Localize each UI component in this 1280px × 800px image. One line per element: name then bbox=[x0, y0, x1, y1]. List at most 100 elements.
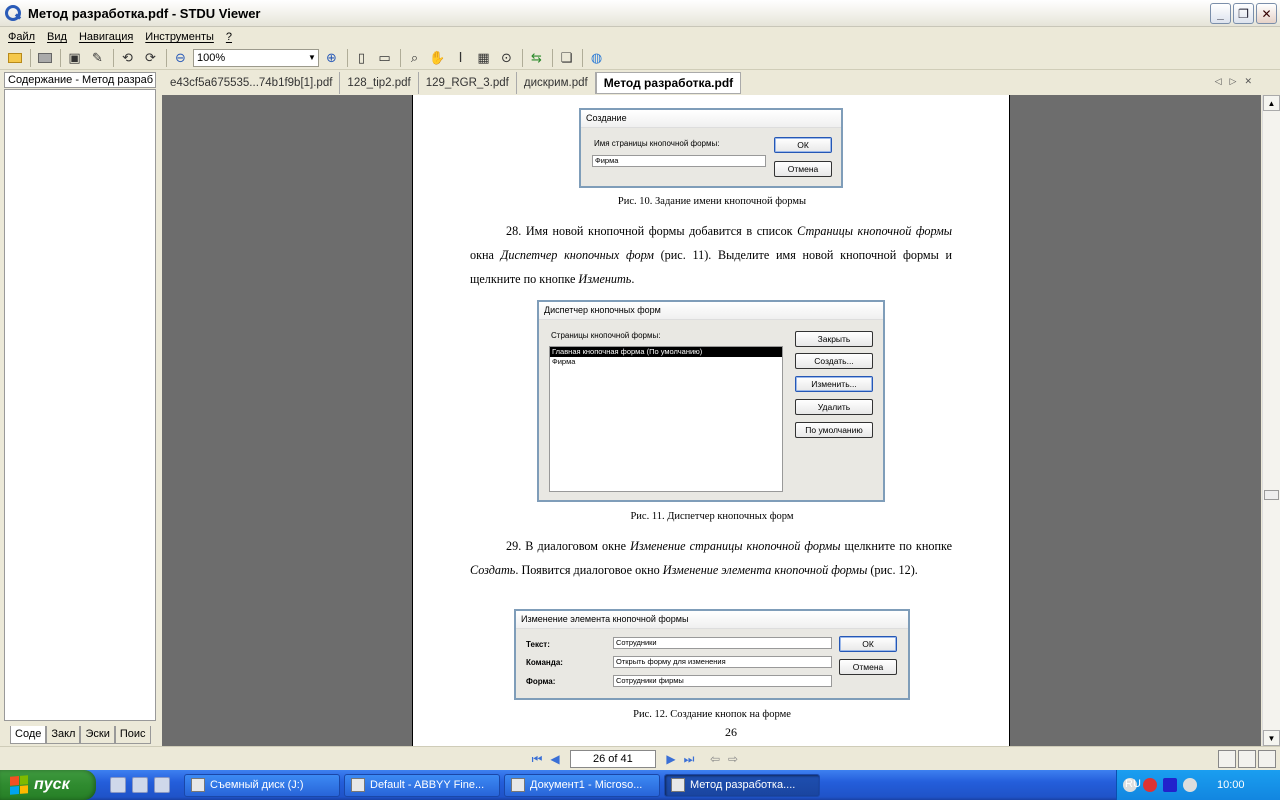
page-number-input[interactable]: 26 of 41 bbox=[570, 750, 656, 768]
properties-button[interactable]: ✎ bbox=[87, 48, 108, 68]
dialog-close-button: Закрыть bbox=[795, 331, 873, 347]
zoom-out-button[interactable]: ⊖ bbox=[170, 48, 191, 68]
dialog-label: Форма: bbox=[526, 677, 556, 686]
drive-icon bbox=[191, 778, 205, 792]
magnifier-icon: ⊙ bbox=[501, 49, 512, 65]
magnifier-button[interactable]: ⊙ bbox=[496, 48, 517, 68]
page-navigation-bar: ⏮ ◀ 26 of 41 ▶ ⏭ ⇦ ⇨ bbox=[0, 746, 1280, 770]
dialog-label: Страницы кнопочной формы: bbox=[551, 331, 661, 340]
tab-bookmarks[interactable]: Закл bbox=[46, 726, 81, 744]
tab-doc-1[interactable]: e43cf5a675535...74b1f9b[1].pdf bbox=[163, 72, 341, 94]
next-page-icon[interactable]: ▶ bbox=[662, 752, 680, 766]
scroll-up-icon[interactable]: ▲ bbox=[1263, 95, 1280, 111]
tray-media-icon[interactable] bbox=[1163, 778, 1177, 792]
task-word[interactable]: Документ1 - Microso... bbox=[504, 773, 660, 797]
menu-help[interactable]: ? bbox=[220, 31, 238, 43]
menu-navigation[interactable]: Навигация bbox=[73, 31, 139, 43]
quicklaunch-mail-icon[interactable] bbox=[132, 777, 148, 793]
fit-width-button[interactable]: ▭ bbox=[374, 48, 395, 68]
rotate-left-icon: ⟲ bbox=[122, 49, 133, 65]
dialog-ok-button: ОК bbox=[839, 636, 897, 652]
menu-file[interactable]: Файл bbox=[2, 31, 41, 43]
minimize-button[interactable]: _ bbox=[1210, 3, 1231, 24]
clock: 10:00 bbox=[1217, 779, 1245, 791]
navigate-button[interactable]: ⇆ bbox=[526, 48, 547, 68]
task-removable-disk[interactable]: Съемный диск (J:) bbox=[184, 773, 340, 797]
globe-icon: ◍ bbox=[590, 49, 603, 65]
pdf-page: Создание Имя страницы кнопочной формы: Ф… bbox=[412, 95, 1010, 746]
dialog-default-button: По умолчанию bbox=[795, 422, 873, 438]
document-viewer[interactable]: Создание Имя страницы кнопочной формы: Ф… bbox=[162, 95, 1261, 746]
dialog-label: Текст: bbox=[526, 640, 550, 649]
tab-doc-2[interactable]: 128_tip2.pdf bbox=[340, 72, 419, 94]
first-page-icon[interactable]: ⏮ bbox=[528, 752, 546, 767]
prev-page-icon[interactable]: ◀ bbox=[546, 752, 564, 766]
word-icon bbox=[511, 778, 525, 792]
tab-contents[interactable]: Соде bbox=[10, 726, 47, 744]
select-text-button[interactable]: Ⅰ bbox=[450, 48, 471, 68]
zoom-in-button[interactable]: ⊕ bbox=[321, 48, 342, 68]
find-button[interactable]: ⌕ bbox=[404, 48, 425, 68]
contents-tree[interactable] bbox=[4, 89, 156, 721]
zoom-value: 100% bbox=[197, 51, 226, 64]
tray-antivirus-icon[interactable] bbox=[1143, 778, 1157, 792]
tab-prev-icon[interactable]: ◁ bbox=[1215, 76, 1222, 87]
zoom-select[interactable]: 100% ▼ bbox=[193, 48, 319, 67]
tab-thumbnails[interactable]: Эски bbox=[80, 726, 115, 744]
dialog-delete-button: Удалить bbox=[795, 399, 873, 415]
back-icon[interactable]: ⇦ bbox=[706, 752, 724, 766]
restore-button[interactable]: ❐ bbox=[1233, 3, 1254, 24]
scroll-down-icon[interactable]: ▼ bbox=[1263, 730, 1280, 746]
tab-search[interactable]: Поис bbox=[114, 726, 151, 744]
windows-flag-icon bbox=[10, 775, 28, 795]
vertical-scrollbar[interactable]: ▲ ▼ bbox=[1262, 95, 1280, 746]
task-abbyy[interactable]: Default - ABBYY Fine... bbox=[344, 773, 500, 797]
menu-view[interactable]: Вид bbox=[41, 31, 73, 43]
web-button[interactable]: ◍ bbox=[586, 48, 607, 68]
last-page-icon[interactable]: ⏭ bbox=[680, 752, 698, 767]
language-indicator[interactable]: RU bbox=[1125, 778, 1141, 790]
continuous-view-icon[interactable] bbox=[1258, 750, 1276, 768]
print-button[interactable] bbox=[34, 48, 55, 68]
figure-caption: Рис. 10. Задание имени кнопочной формы bbox=[617, 196, 807, 207]
chevron-down-icon: ▼ bbox=[308, 53, 316, 62]
scroll-thumb[interactable] bbox=[1264, 490, 1279, 500]
stdu-viewer-icon bbox=[4, 4, 22, 22]
start-button[interactable]: пуск bbox=[0, 770, 96, 800]
copy-button[interactable]: ❏ bbox=[556, 48, 577, 68]
select-image-button[interactable]: ▦ bbox=[473, 48, 494, 68]
dialog-title: Диспетчер кнопочных форм bbox=[539, 302, 883, 320]
export-image-button[interactable]: ▣ bbox=[64, 48, 85, 68]
toolbar: ▣ ✎ ⟲ ⟳ ⊖ 100% ▼ ⊕ ▯ ▭ ⌕ ✋ Ⅰ ▦ ⊙ ⇆ ❏ ◍ bbox=[0, 46, 1280, 70]
figure-dialog-create: Создание Имя страницы кнопочной формы: Ф… bbox=[579, 108, 843, 188]
dialog-edit-button: Изменить... bbox=[795, 376, 873, 392]
tab-next-icon[interactable]: ▷ bbox=[1230, 76, 1237, 87]
open-button[interactable] bbox=[4, 48, 25, 68]
contents-header: Содержание - Метод разраб bbox=[4, 72, 156, 88]
rotate-left-button[interactable]: ⟲ bbox=[117, 48, 138, 68]
tray-volume-icon[interactable] bbox=[1183, 778, 1197, 792]
rotate-right-button[interactable]: ⟳ bbox=[140, 48, 161, 68]
quicklaunch-doc-icon[interactable] bbox=[110, 777, 126, 793]
tab-doc-4[interactable]: дискрим.pdf bbox=[517, 72, 596, 94]
dialog-label: Команда: bbox=[526, 658, 563, 667]
single-page-view-icon[interactable] bbox=[1218, 750, 1236, 768]
quicklaunch-desktop-icon[interactable] bbox=[154, 777, 170, 793]
paragraph-28: 28. Имя новой кнопочной формы добавится … bbox=[470, 224, 952, 286]
tab-doc-5[interactable]: Метод разработка.pdf bbox=[595, 72, 742, 94]
task-stdu-viewer[interactable]: Метод разработка.... bbox=[664, 773, 820, 797]
menu-tools[interactable]: Инструменты bbox=[139, 31, 220, 43]
forward-icon[interactable]: ⇨ bbox=[724, 752, 742, 766]
fit-page-button[interactable]: ▯ bbox=[351, 48, 372, 68]
printer-icon bbox=[37, 52, 52, 63]
close-button[interactable]: ✕ bbox=[1256, 3, 1277, 24]
two-page-view-icon[interactable] bbox=[1238, 750, 1256, 768]
hand-tool-button[interactable]: ✋ bbox=[427, 48, 448, 68]
document-tabs: e43cf5a675535...74b1f9b[1].pdf 128_tip2.… bbox=[163, 71, 1280, 95]
tab-close-icon[interactable]: ✕ bbox=[1244, 76, 1252, 87]
left-panel: Содержание - Метод разраб Соде Закл Эски… bbox=[0, 70, 160, 746]
figure-caption: Рис. 11. Диспетчер кнопочных форм bbox=[630, 511, 794, 522]
tab-doc-3[interactable]: 129_RGR_3.pdf bbox=[419, 72, 517, 94]
image-select-icon: ▦ bbox=[477, 49, 490, 65]
dialog-cancel-button: Отмена bbox=[774, 161, 832, 177]
